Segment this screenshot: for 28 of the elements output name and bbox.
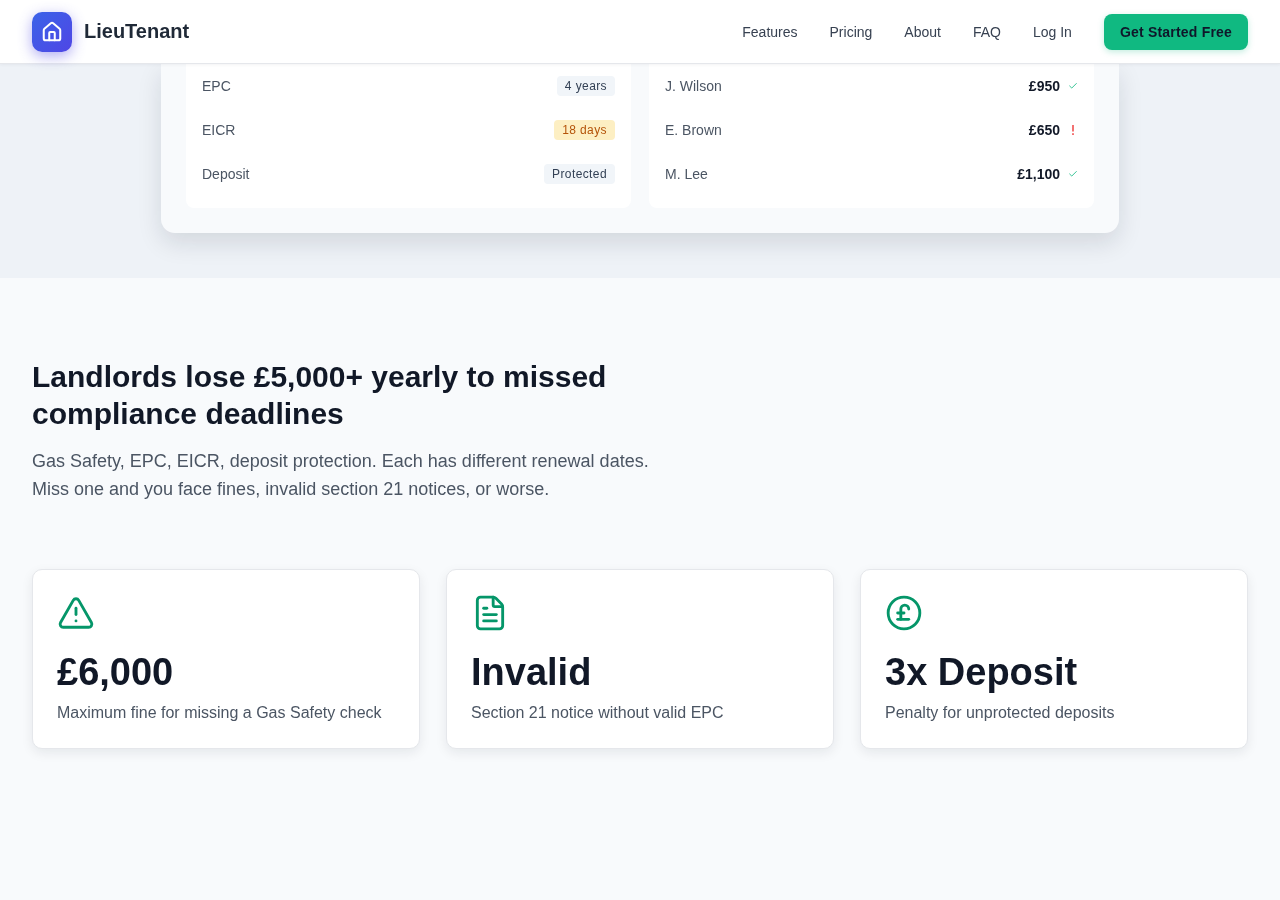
stat-value: Invalid [471, 650, 593, 694]
stat-caption: Section 21 notice without valid EPC [471, 703, 725, 723]
certificate-label: Deposit [202, 166, 250, 182]
tenant-name: E. Brown [665, 122, 722, 138]
nav-link[interactable]: Log In [1032, 23, 1072, 40]
certificate-label: EICR [202, 122, 236, 138]
rent-amount: £650 [1028, 122, 1060, 138]
tenant-name: J. Wilson [665, 78, 722, 94]
status-badge: 4 years [556, 76, 615, 96]
status-badge: Protected [544, 164, 615, 184]
nav-link[interactable]: Features [742, 23, 798, 40]
section-description: Gas Safety, EPC, EICR, deposit protection. Each has different renewal dates. Miss one and you face fines, invalid section 21 notices, or worse. [32, 450, 650, 501]
stat-value: 3x Deposit [885, 650, 1079, 694]
stat-caption: Maximum fine for missing a Gas Safety check [57, 703, 383, 723]
section-heading: Landlords lose £5,000+ yearly to missed compliance deadlines [32, 359, 608, 432]
house-logo-icon [32, 11, 72, 52]
stat-value: £6,000 [57, 650, 175, 694]
nav-link[interactable]: About [904, 23, 941, 40]
nav-link[interactable]: FAQ [972, 23, 1001, 40]
certificate-label: EPC [202, 78, 231, 94]
tenant-name: M. Lee [665, 166, 708, 182]
status-badge: 18 days [554, 120, 615, 140]
stat-caption: Penalty for unprotected deposits [885, 703, 1116, 723]
rent-amount: £950 [1028, 78, 1060, 94]
get-started-button[interactable]: Get Started Free [1103, 13, 1248, 50]
rent-amount: £1,100 [1017, 166, 1060, 182]
brand-name: LieuTenant [84, 20, 190, 43]
nav-link[interactable]: Pricing [829, 23, 873, 40]
